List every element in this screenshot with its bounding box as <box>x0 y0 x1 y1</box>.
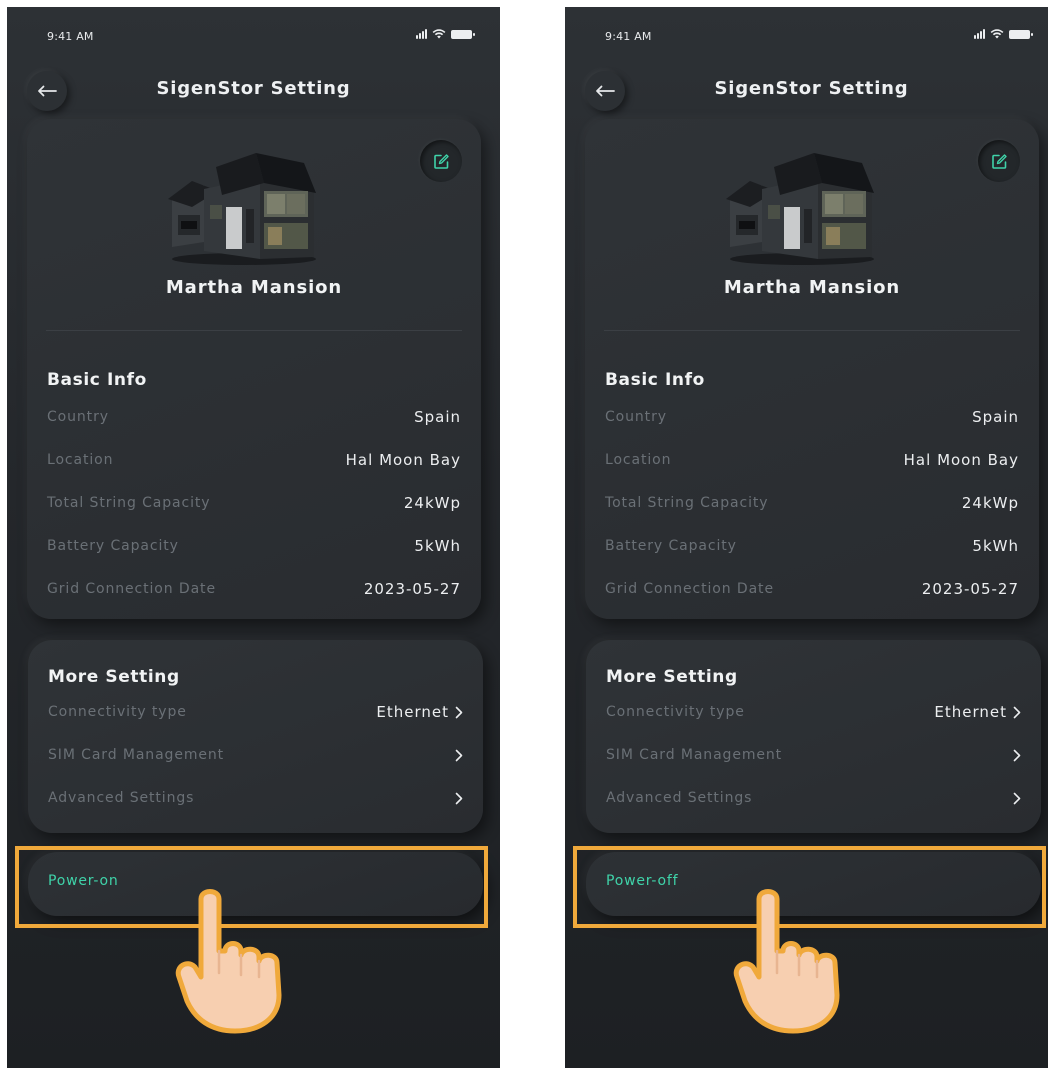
info-label: Battery Capacity <box>47 538 179 554</box>
status-icons <box>974 29 1033 39</box>
setting-label: Advanced Settings <box>48 790 195 806</box>
chevron-right-icon <box>1013 792 1021 804</box>
setting-value: Ethernet <box>934 703 1007 721</box>
info-value: Hal Moon Bay <box>345 451 461 469</box>
edit-icon <box>433 153 449 169</box>
info-row-location: Location Hal Moon Bay <box>605 450 1019 470</box>
setting-label: SIM Card Management <box>606 747 783 763</box>
setting-row-connectivity[interactable]: Connectivity type Ethernet <box>606 702 1021 722</box>
info-value: 2023-05-27 <box>363 580 461 598</box>
setting-row-sim-card[interactable]: SIM Card Management <box>606 745 1021 765</box>
info-value: 2023-05-27 <box>921 580 1019 598</box>
setting-row-advanced[interactable]: Advanced Settings <box>48 788 463 808</box>
setting-value-wrap: Ethernet <box>376 703 463 721</box>
site-name: Martha Mansion <box>165 277 343 298</box>
info-label: Country <box>47 409 109 425</box>
setting-row-connectivity[interactable]: Connectivity type Ethernet <box>48 702 463 722</box>
setting-value: Ethernet <box>376 703 449 721</box>
basic-info-title: Basic Info <box>605 370 705 390</box>
setting-row-sim-card[interactable]: SIM Card Management <box>48 745 463 765</box>
status-time: 9:41 AM <box>47 30 94 43</box>
status-icons <box>416 29 475 39</box>
divider <box>604 330 1020 331</box>
setting-label: Connectivity type <box>48 704 187 720</box>
more-setting-card: More Setting Connectivity type Ethernet … <box>586 640 1041 833</box>
edit-button[interactable] <box>420 140 462 182</box>
info-row-location: Location Hal Moon Bay <box>47 450 461 470</box>
more-setting-title: More Setting <box>48 667 180 687</box>
wifi-icon <box>990 29 1004 39</box>
pointing-hand-icon <box>175 889 282 1034</box>
info-value: Hal Moon Bay <box>903 451 1019 469</box>
info-row-string-capacity: Total String Capacity 24kWp <box>605 493 1019 513</box>
more-setting-title: More Setting <box>606 667 738 687</box>
info-label: Total String Capacity <box>47 495 211 511</box>
info-value: Spain <box>972 408 1019 426</box>
chevron-right-icon <box>455 792 463 804</box>
info-row-battery-capacity: Battery Capacity 5kWh <box>47 536 461 556</box>
info-value: 5kWh <box>972 537 1019 555</box>
info-row-battery-capacity: Battery Capacity 5kWh <box>605 536 1019 556</box>
status-time: 9:41 AM <box>605 30 652 43</box>
info-value: 5kWh <box>414 537 461 555</box>
info-row-country: Country Spain <box>47 407 461 427</box>
info-value: Spain <box>414 408 461 426</box>
chevron-right-icon <box>1013 749 1021 761</box>
info-value: 24kWp <box>403 494 461 512</box>
phone-screen-power-off: 9:41 AM SigenStor Setting Martha Mansion… <box>565 7 1048 1068</box>
info-label: Grid Connection Date <box>605 581 774 597</box>
battery-icon <box>451 29 475 39</box>
site-info-card: Martha Mansion Basic Info Country Spain … <box>585 119 1039 619</box>
page-title: SigenStor Setting <box>156 78 351 99</box>
edit-button[interactable] <box>978 140 1020 182</box>
house-image <box>726 153 874 265</box>
info-label: Location <box>47 452 114 468</box>
page-title: SigenStor Setting <box>714 78 909 99</box>
phone-screen-power-on: 9:41 AM SigenStor Setting Martha Mansion… <box>7 7 500 1068</box>
info-row-string-capacity: Total String Capacity 24kWp <box>47 493 461 513</box>
pointing-hand-icon <box>733 889 840 1034</box>
setting-value-wrap <box>1013 792 1021 805</box>
chevron-right-icon <box>455 706 463 718</box>
setting-row-advanced[interactable]: Advanced Settings <box>606 788 1021 808</box>
chevron-right-icon <box>455 749 463 761</box>
divider <box>46 330 462 331</box>
info-row-grid-date: Grid Connection Date 2023-05-27 <box>605 579 1019 599</box>
info-label: Country <box>605 409 667 425</box>
info-label: Total String Capacity <box>605 495 769 511</box>
site-info-card: Martha Mansion Basic Info Country Spain … <box>27 119 481 619</box>
cellular-signal-icon <box>974 29 985 39</box>
info-row-country: Country Spain <box>605 407 1019 427</box>
basic-info-title: Basic Info <box>47 370 147 390</box>
wifi-icon <box>432 29 446 39</box>
setting-value-wrap <box>455 749 463 762</box>
setting-value-wrap: Ethernet <box>934 703 1021 721</box>
edit-icon <box>991 153 1007 169</box>
setting-value-wrap <box>455 792 463 805</box>
chevron-right-icon <box>1013 706 1021 718</box>
setting-label: Advanced Settings <box>606 790 753 806</box>
info-label: Grid Connection Date <box>47 581 216 597</box>
more-setting-card: More Setting Connectivity type Ethernet … <box>28 640 483 833</box>
info-row-grid-date: Grid Connection Date 2023-05-27 <box>47 579 461 599</box>
info-label: Battery Capacity <box>605 538 737 554</box>
house-image <box>168 153 316 265</box>
info-label: Location <box>605 452 672 468</box>
setting-label: Connectivity type <box>606 704 745 720</box>
battery-icon <box>1009 29 1033 39</box>
info-value: 24kWp <box>961 494 1019 512</box>
site-name: Martha Mansion <box>723 277 901 298</box>
cellular-signal-icon <box>416 29 427 39</box>
setting-value-wrap <box>1013 749 1021 762</box>
setting-label: SIM Card Management <box>48 747 225 763</box>
